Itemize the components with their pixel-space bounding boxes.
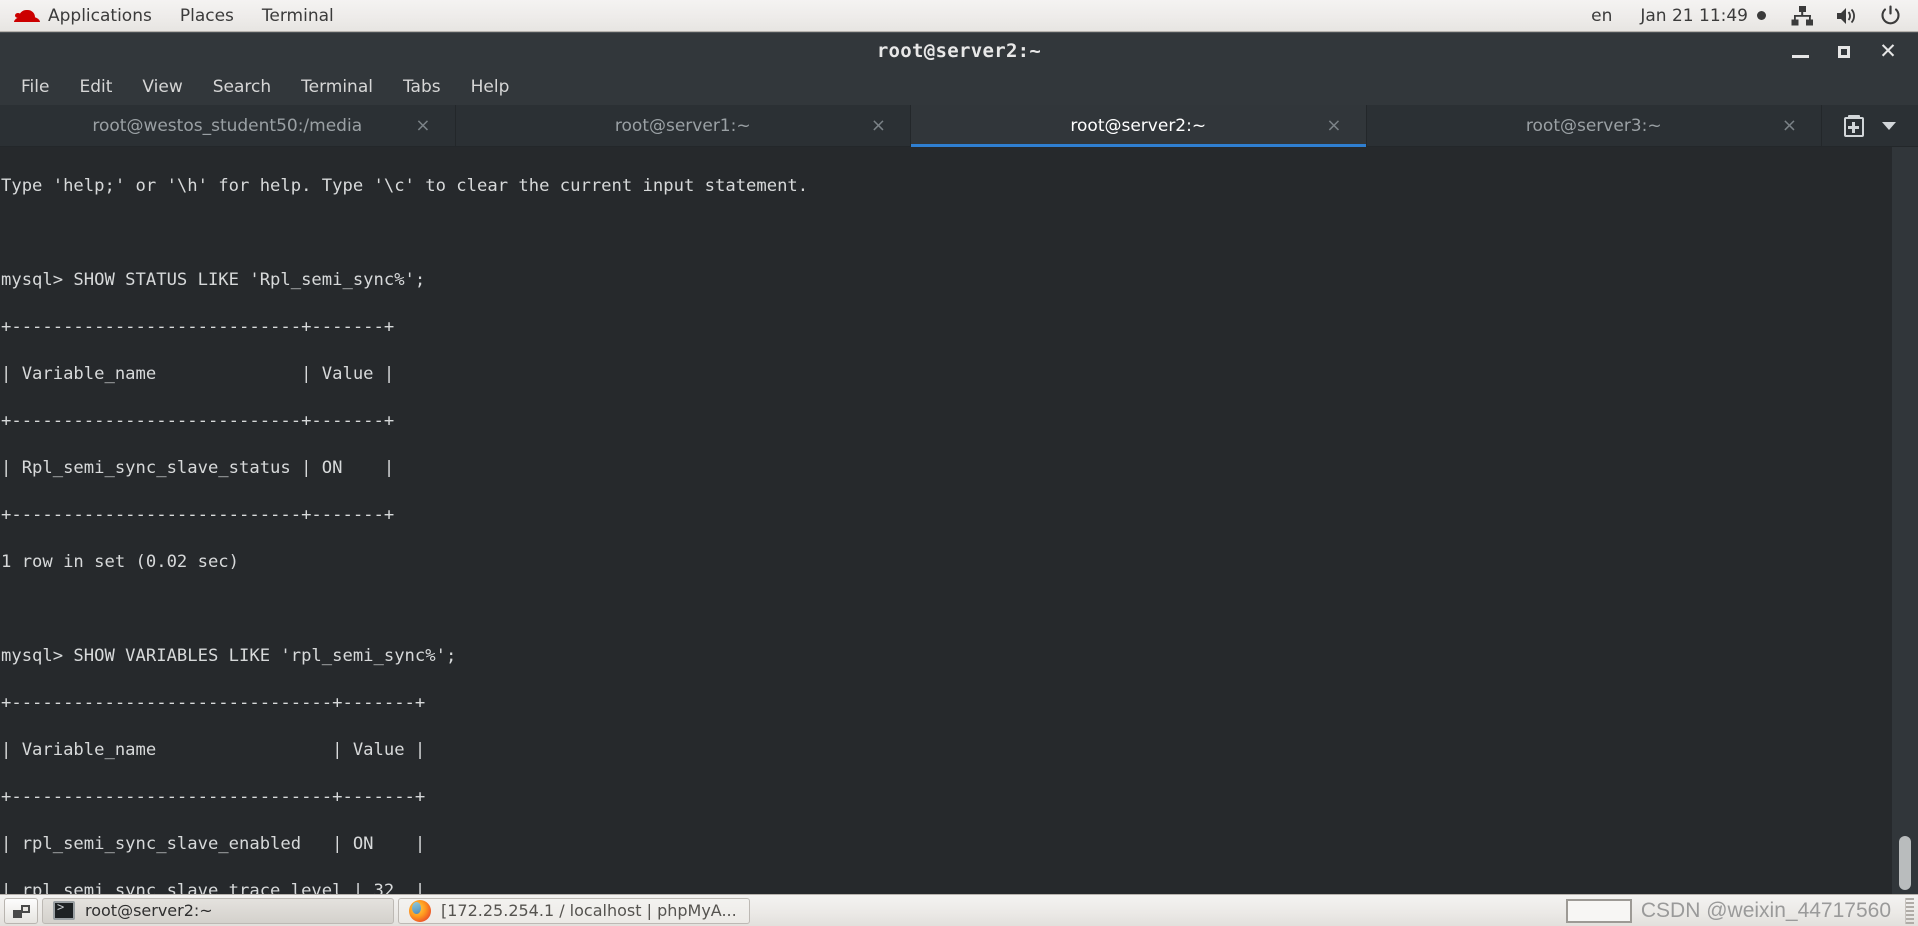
taskbar-window-terminal[interactable]: root@server2:~ xyxy=(42,897,394,924)
taskbar-window-label: root@server2:~ xyxy=(85,901,213,920)
chevron-down-icon[interactable] xyxy=(1882,121,1896,130)
menu-search[interactable]: Search xyxy=(198,73,286,101)
maximize-button[interactable] xyxy=(1822,33,1866,70)
show-desktop-icon[interactable] xyxy=(4,897,38,924)
terminal-line: +----------------------------+-------+ xyxy=(1,316,395,337)
terminal-line: mysql> SHOW VARIABLES LIKE 'rpl_semi_syn… xyxy=(1,645,457,666)
menu-file[interactable]: File xyxy=(6,73,64,101)
terminal-line: +----------------------------+-------+ xyxy=(1,504,395,525)
workspace-1[interactable] xyxy=(1565,898,1632,923)
firefox-icon xyxy=(409,899,431,922)
close-button[interactable]: ✕ xyxy=(1866,33,1910,70)
places-menu-label: Places xyxy=(179,5,234,26)
terminal-app-menu[interactable]: Terminal xyxy=(248,0,348,31)
tab-root-server1[interactable]: root@server1:~ × xyxy=(456,105,911,146)
terminal-line: | rpl_semi_sync_slave_enabled | ON | xyxy=(1,833,426,854)
terminal-viewport[interactable]: Type 'help;' or '\h' for help. Type '\c'… xyxy=(0,147,1918,894)
tabbar-tools xyxy=(1822,105,1918,146)
keyboard-layout-indicator[interactable]: en xyxy=(1577,0,1626,31)
tab-root-server2[interactable]: root@server2:~ × xyxy=(911,105,1367,147)
tab-close-icon[interactable]: × xyxy=(1326,116,1341,135)
menu-view[interactable]: View xyxy=(127,73,197,101)
window-controls: ✕ xyxy=(1778,33,1910,70)
tab-close-icon[interactable]: × xyxy=(415,116,430,135)
scrollbar-thumb[interactable] xyxy=(1899,836,1911,890)
terminal-line: +----------------------------+-------+ xyxy=(1,410,395,431)
terminal-line: | rpl_semi_sync_slave_trace_level | 32 | xyxy=(1,880,426,895)
network-icon[interactable] xyxy=(1780,5,1824,26)
tab-close-icon[interactable]: × xyxy=(1782,116,1797,135)
workspace-switcher[interactable] xyxy=(1565,898,1637,923)
terminal-line: | Variable_name | Value | xyxy=(1,363,395,384)
volume-icon[interactable] xyxy=(1824,6,1869,26)
terminal-icon xyxy=(53,900,75,920)
red-hat-logo-icon xyxy=(14,6,40,26)
terminal-output[interactable]: Type 'help;' or '\h' for help. Type '\c'… xyxy=(0,151,1892,895)
taskbar-window-label: [172.25.254.1 / localhost | phpMyA... xyxy=(441,901,737,920)
menubar: File Edit View Search Terminal Tabs Help xyxy=(0,69,1918,105)
terminal-line: | Variable_name | Value | xyxy=(1,739,426,760)
terminal-window: root@server2:~ ✕ File Edit View Search T… xyxy=(0,32,1918,894)
terminal-line: | Rpl_semi_sync_slave_status | ON | xyxy=(1,457,395,478)
taskbar: root@server2:~ [172.25.254.1 / localhost… xyxy=(0,894,1918,926)
terminal-line: +-------------------------------+-------… xyxy=(1,692,426,713)
terminal-app-menu-label: Terminal xyxy=(261,5,334,26)
tab-root-server3[interactable]: root@server3:~ × xyxy=(1367,105,1822,146)
applications-menu-label: Applications xyxy=(48,5,152,26)
top-panel-status-area: en Jan 21 11:49 xyxy=(1577,0,1918,31)
tab-label: root@server2:~ xyxy=(1070,115,1207,136)
new-tab-icon[interactable] xyxy=(1844,114,1864,137)
terminal-scrollbar[interactable] xyxy=(1892,147,1918,894)
watermark: CSDN @weixin_44717560 xyxy=(1640,898,1891,922)
tab-close-icon[interactable]: × xyxy=(871,116,886,135)
top-panel: Applications Places Terminal en Jan 21 1… xyxy=(0,0,1918,32)
tab-root-westos-student50-media[interactable]: root@westos_student50:/media × xyxy=(0,105,456,146)
power-icon[interactable] xyxy=(1869,5,1912,26)
tabbar: root@westos_student50:/media × root@serv… xyxy=(0,105,1918,147)
menu-tabs[interactable]: Tabs xyxy=(388,73,456,101)
minimize-button[interactable] xyxy=(1778,33,1822,70)
terminal-line: 1 row in set (0.02 sec) xyxy=(1,551,239,572)
terminal-line: mysql> SHOW STATUS LIKE 'Rpl_semi_sync%'… xyxy=(1,269,426,290)
terminal-line: +-------------------------------+-------… xyxy=(1,786,426,807)
menu-help[interactable]: Help xyxy=(456,73,525,101)
keyboard-layout-label: en xyxy=(1591,5,1613,26)
window-titlebar[interactable]: root@server2:~ ✕ xyxy=(0,32,1918,69)
tab-label: root@server3:~ xyxy=(1525,115,1662,136)
menu-edit[interactable]: Edit xyxy=(64,73,127,101)
taskbar-grip[interactable] xyxy=(1905,897,1914,924)
taskbar-window-firefox[interactable]: [172.25.254.1 / localhost | phpMyA... xyxy=(398,897,750,924)
terminal-line: Type 'help;' or '\h' for help. Type '\c'… xyxy=(1,175,809,196)
menu-terminal[interactable]: Terminal xyxy=(286,73,388,101)
places-menu[interactable]: Places xyxy=(166,0,248,31)
clock-label: Jan 21 11:49 xyxy=(1640,5,1748,26)
clock[interactable]: Jan 21 11:49 xyxy=(1626,6,1780,26)
window-title: root@server2:~ xyxy=(876,40,1042,62)
tab-label: root@server1:~ xyxy=(614,115,751,136)
applications-menu[interactable]: Applications xyxy=(0,0,166,31)
tab-label: root@westos_student50:/media xyxy=(92,115,363,136)
notification-dot-icon xyxy=(1757,11,1766,20)
